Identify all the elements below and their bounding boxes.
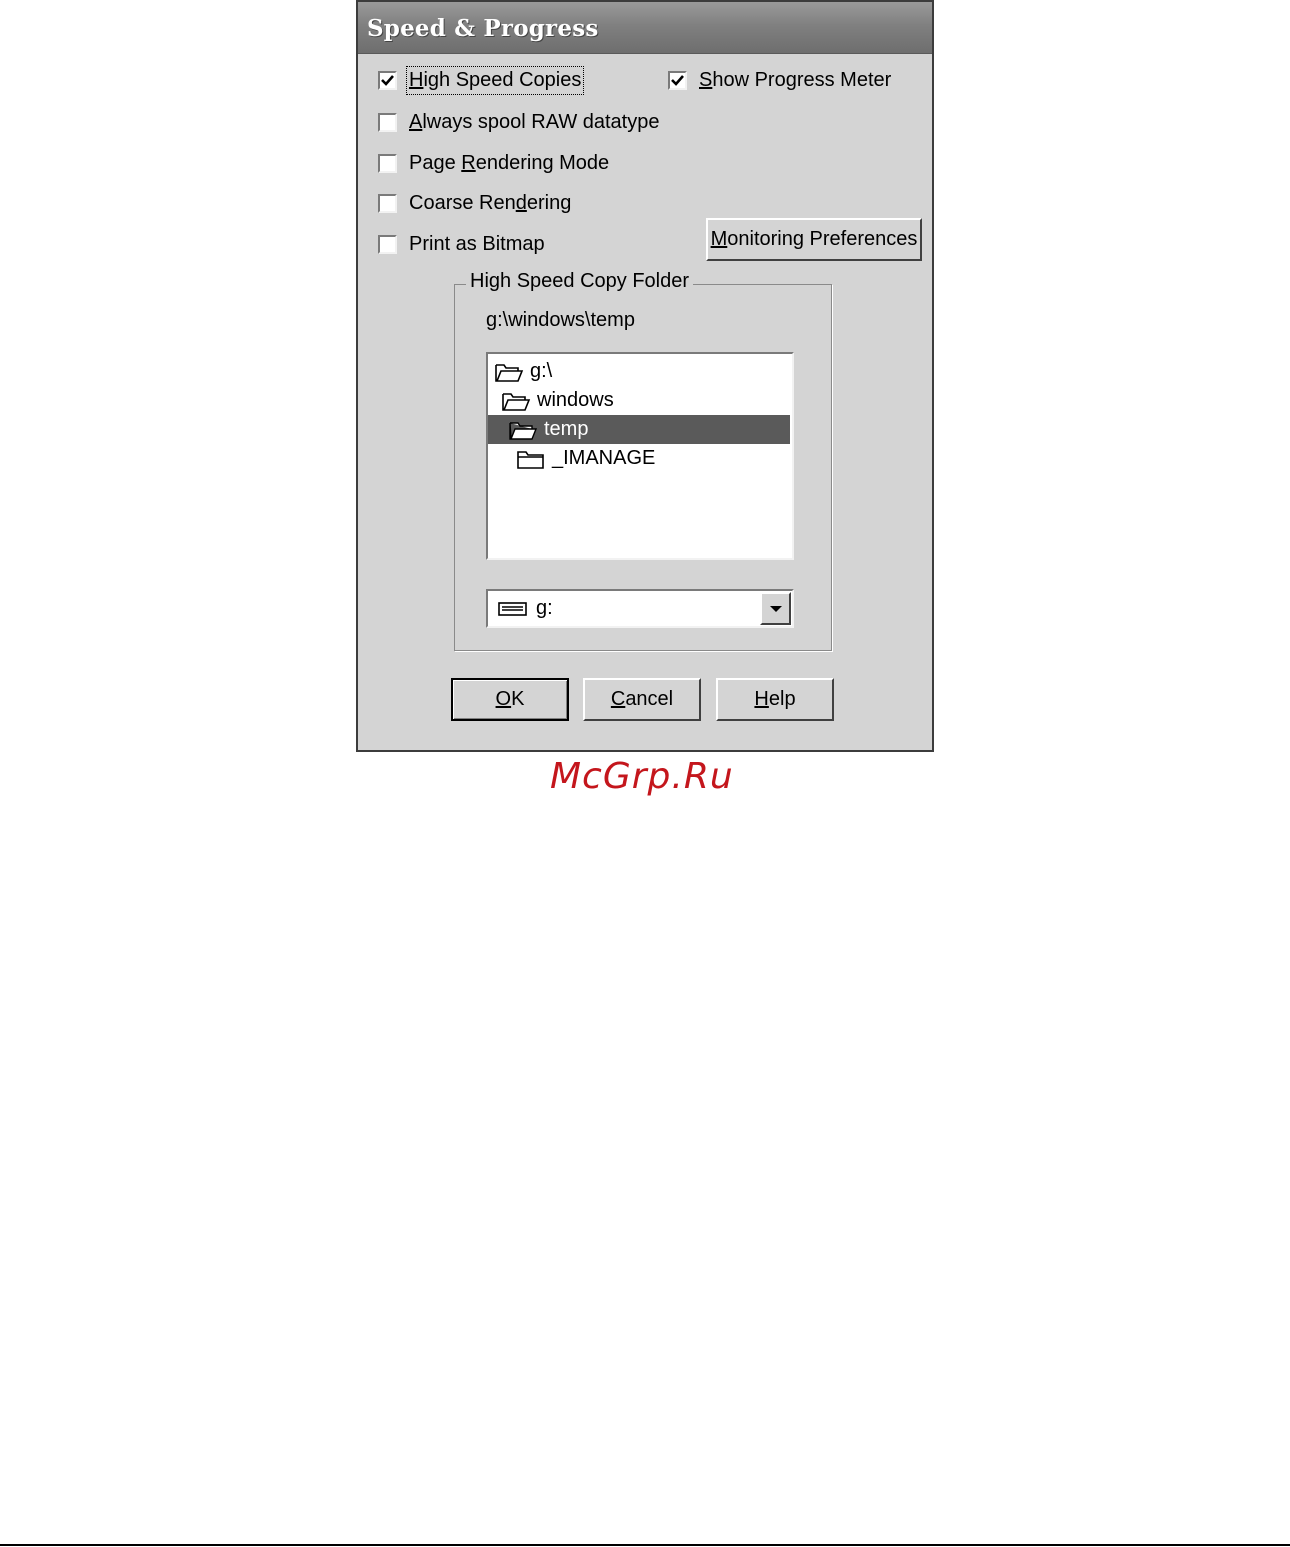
closed-folder-icon	[517, 450, 544, 469]
tree-node-temp[interactable]: temp	[488, 415, 790, 444]
help-button[interactable]: Help	[716, 678, 834, 721]
title-bar[interactable]: Speed & Progress	[358, 2, 932, 54]
print-as-bitmap-checkbox[interactable]: Print as Bitmap	[378, 233, 545, 256]
speed-progress-dialog: Speed & Progress High Speed Copies Show …	[356, 0, 934, 752]
cancel-button[interactable]: Cancel	[583, 678, 701, 721]
page-rule	[0, 1544, 1290, 1546]
checkbox-box[interactable]	[378, 235, 397, 254]
checkmark-icon	[671, 75, 684, 86]
tree-node-label: _IMANAGE	[552, 447, 656, 469]
group-label: High Speed Copy Folder	[466, 270, 694, 293]
drive-select[interactable]: g:	[486, 589, 794, 628]
tree-node-label: windows	[537, 389, 614, 411]
tree-node-root[interactable]: g:\	[494, 357, 552, 386]
always-spool-raw-checkbox[interactable]: Always spool RAW datatype	[378, 111, 659, 134]
checkbox-box[interactable]	[668, 71, 687, 90]
open-folder-icon	[502, 392, 531, 411]
dialog-title: Speed & Progress	[367, 15, 599, 42]
coarse-rendering-checkbox[interactable]: Coarse Rendering	[378, 192, 571, 215]
high-speed-copies-label: High Speed Copies	[405, 66, 585, 95]
chevron-down-icon	[769, 605, 782, 612]
drive-select-value: g:	[498, 597, 553, 620]
page-rendering-mode-checkbox[interactable]: Page Rendering Mode	[378, 152, 609, 175]
watermark: McGrp.Ru	[550, 756, 734, 797]
open-folder-icon	[509, 421, 538, 440]
high-speed-copies-checkbox[interactable]: High Speed Copies	[378, 66, 585, 95]
open-folder-icon	[495, 363, 524, 382]
print-as-bitmap-label: Print as Bitmap	[409, 233, 545, 255]
page-rendering-mode-label: Page Rendering Mode	[409, 152, 610, 174]
monitoring-preferences-button[interactable]: Monitoring Preferences	[706, 218, 922, 261]
checkbox-box[interactable]	[378, 113, 397, 132]
checkbox-box[interactable]	[378, 154, 397, 173]
checkbox-box[interactable]	[378, 194, 397, 213]
show-progress-meter-label: Show Progress Meter	[699, 69, 892, 91]
coarse-rendering-label: Coarse Rendering	[409, 192, 572, 214]
tree-node-label: g:\	[530, 360, 553, 382]
folder-tree[interactable]: g:\ windows temp _IMANAGE	[486, 352, 794, 560]
current-path: g:\windows\temp	[486, 309, 635, 331]
drive-icon	[498, 601, 527, 616]
tree-node-label: temp	[544, 418, 589, 440]
checkmark-icon	[381, 75, 394, 86]
checkbox-box[interactable]	[378, 71, 397, 90]
always-spool-raw-label: Always spool RAW datatype	[409, 111, 660, 133]
ok-button[interactable]: OK	[451, 678, 569, 721]
tree-node-imanage[interactable]: _IMANAGE	[516, 444, 655, 473]
tree-node-windows[interactable]: windows	[501, 386, 614, 415]
show-progress-meter-checkbox[interactable]: Show Progress Meter	[668, 69, 891, 92]
dropdown-button[interactable]	[760, 592, 791, 625]
